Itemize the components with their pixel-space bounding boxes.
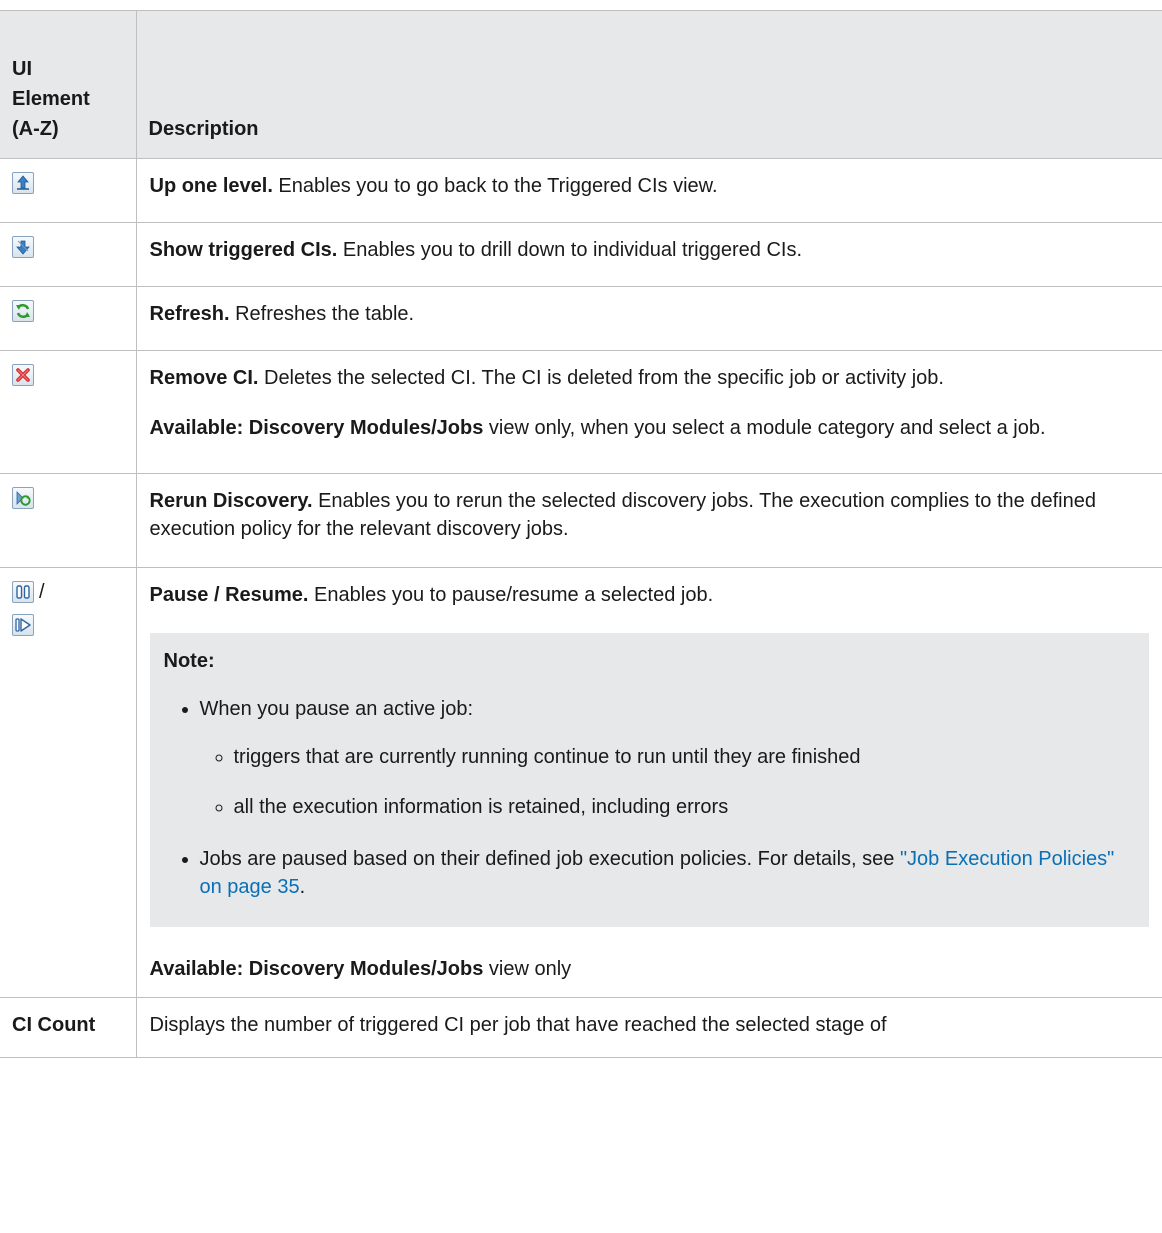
row-title: Remove CI. [149, 367, 259, 389]
list-item: Jobs are paused based on their defined j… [200, 837, 1136, 909]
description-cell: Pause / Resume. Enables you to pause/res… [136, 567, 1162, 998]
list-item: triggers that are currently running cont… [234, 729, 1136, 779]
table-row: Refresh. Refreshes the table. [0, 286, 1162, 351]
availability-label: Available: Discovery Modules/Jobs [149, 958, 484, 980]
note-list: When you pause an active job: triggers t… [164, 687, 1136, 909]
availability-text: view only, when you select a module cate… [483, 417, 1046, 439]
pause-icon [12, 580, 34, 603]
ui-elements-table: UI Element (A-Z) Description Up one leve… [0, 10, 1162, 1058]
availability-text: view only [483, 958, 572, 980]
table-row: CI Count Displays the number of triggere… [0, 997, 1162, 1058]
ui-element-label: CI Count [0, 997, 137, 1058]
row-title: Show triggered CIs. [149, 239, 338, 261]
description-cell: Displays the number of triggered CI per … [136, 997, 1162, 1058]
show-triggered-cis-icon [12, 235, 34, 258]
column-header-description: Description [136, 10, 1162, 159]
remove-ci-icon [12, 363, 34, 386]
row-title: Pause / Resume. [149, 584, 309, 606]
up-one-level-icon [12, 171, 34, 194]
header-line: UI [12, 58, 32, 80]
row-text: Enables you to drill down to individual … [337, 239, 803, 261]
note-title: Note: [163, 650, 215, 672]
description-cell: Remove CI. Deletes the selected CI. The … [136, 350, 1162, 474]
list-item: When you pause an active job: triggers t… [200, 687, 1136, 837]
ui-element-cell [0, 222, 137, 287]
table-header-row: UI Element (A-Z) Description [0, 10, 1162, 159]
header-line: (A-Z) [12, 118, 59, 140]
rerun-discovery-icon [12, 486, 34, 509]
row-title: Rerun Discovery. [149, 490, 313, 512]
table-row: Remove CI. Deletes the selected CI. The … [0, 350, 1162, 474]
table-row: Rerun Discovery. Enables you to rerun th… [0, 473, 1162, 568]
note-box: Note: When you pause an active job: trig… [149, 633, 1149, 927]
icon-separator: / [39, 580, 45, 603]
description-cell: Refresh. Refreshes the table. [136, 286, 1162, 351]
column-header-ui-element: UI Element (A-Z) [0, 10, 137, 159]
table-row: Up one level. Enables you to go back to … [0, 158, 1162, 223]
ui-element-cell [0, 350, 137, 474]
ui-element-cell [0, 158, 137, 223]
note-sublist: triggers that are currently running cont… [200, 729, 1136, 829]
header-line: Element [12, 88, 90, 110]
row-text: Enables you to go back to the Triggered … [272, 175, 718, 197]
row-text: Enables you to pause/resume a selected j… [308, 584, 714, 606]
ui-element-cell [0, 286, 137, 351]
description-cell: Rerun Discovery. Enables you to rerun th… [136, 473, 1162, 568]
row-text: Deletes the selected CI. The CI is delet… [258, 367, 944, 389]
row-text: Refreshes the table. [229, 303, 415, 325]
list-item: all the execution information is retaine… [234, 779, 1136, 829]
table-row: Show triggered CIs. Enables you to drill… [0, 222, 1162, 287]
availability-label: Available: Discovery Modules/Jobs [149, 417, 484, 439]
resume-icon [12, 613, 34, 636]
row-title: Up one level. [149, 175, 273, 197]
description-cell: Show triggered CIs. Enables you to drill… [136, 222, 1162, 287]
ui-element-cell [0, 473, 137, 568]
row-title: Refresh. [149, 303, 230, 325]
ui-element-cell: / [0, 567, 137, 998]
refresh-icon [12, 299, 34, 322]
table-row: / Pause / Resume. Enables you to pause/r… [0, 567, 1162, 998]
description-cell: Up one level. Enables you to go back to … [136, 158, 1162, 223]
